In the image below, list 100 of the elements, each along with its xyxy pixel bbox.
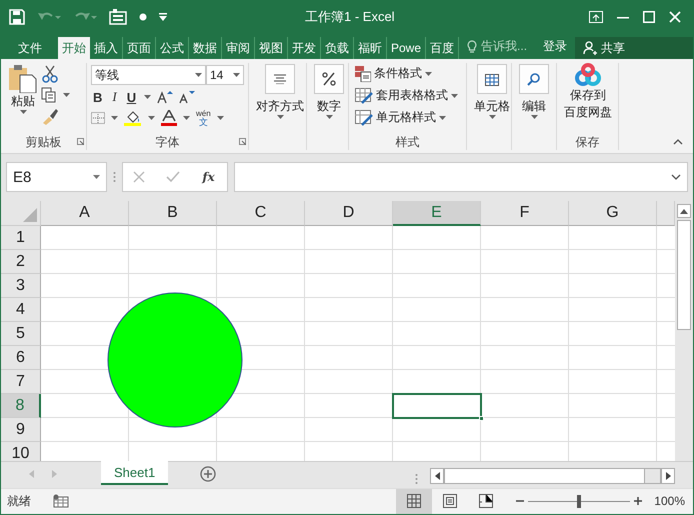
row-header[interactable]: 4 — [1, 298, 41, 322]
selected-cell[interactable] — [392, 393, 482, 420]
scissors-icon[interactable] — [41, 65, 59, 84]
caret-icon — [276, 115, 284, 120]
cell-style-icon — [355, 110, 373, 126]
status-text: 就绪 — [7, 492, 31, 510]
column-header[interactable]: A — [41, 201, 129, 226]
font-size-dropdown[interactable]: 14 — [206, 65, 244, 86]
caret-icon — [216, 116, 224, 120]
percent-icon — [322, 72, 336, 86]
row-header[interactable]: 7 — [1, 370, 41, 394]
scroll-right-button[interactable] — [661, 468, 675, 484]
close-icon[interactable] — [669, 10, 681, 23]
styles-menu-button[interactable]: 单元格样式 — [353, 108, 460, 128]
check-icon[interactable] — [166, 171, 180, 184]
shrink-font-icon[interactable] — [179, 90, 196, 104]
row-header[interactable]: 1 — [1, 226, 41, 250]
copy-icon[interactable] — [41, 87, 57, 104]
group-label: 样式 — [396, 134, 420, 149]
caret-icon — [93, 175, 100, 180]
caret-icon — [680, 208, 688, 214]
row-header[interactable]: 3 — [1, 274, 41, 298]
phonetic-button[interactable]: wén 文 — [196, 109, 211, 128]
insert-function-button[interactable]: fx — [200, 170, 217, 184]
scroll-up-button[interactable] — [677, 204, 691, 218]
grow-font-icon[interactable] — [157, 90, 174, 104]
sign-in-link[interactable]: 登录 — [535, 34, 576, 60]
column-header[interactable]: B — [129, 201, 217, 226]
maximize-icon[interactable] — [643, 10, 655, 23]
scroll-thumb[interactable] — [677, 220, 691, 330]
circle-shape[interactable] — [107, 292, 243, 428]
styles-menu-button[interactable]: 条件格式 — [353, 64, 460, 84]
ribbon-tab[interactable]: 开始 — [58, 36, 90, 60]
column-header[interactable]: E — [393, 201, 481, 226]
bold-button[interactable]: B — [91, 90, 104, 105]
dot-icon[interactable] — [139, 12, 147, 21]
cell-grid[interactable] — [41, 226, 675, 462]
row-header[interactable]: 6 — [1, 346, 41, 370]
page-layout-icon[interactable] — [443, 494, 458, 508]
alignment-button[interactable]: 对齐方式 — [253, 63, 307, 134]
grip-icon — [113, 171, 116, 184]
styles-menu-button[interactable]: 套用表格格式 — [353, 86, 460, 106]
save-to-cloud-button[interactable]: 保存到 百度网盘 — [561, 63, 615, 134]
caret-icon[interactable] — [159, 12, 167, 21]
border-icon[interactable] — [91, 112, 105, 124]
scroll-left-button[interactable] — [430, 468, 444, 484]
column-header[interactable]: F — [481, 201, 569, 226]
form-icon[interactable] — [109, 8, 127, 25]
grip-icon — [415, 473, 418, 486]
brush-icon[interactable] — [41, 107, 59, 126]
page-break-icon[interactable] — [479, 494, 494, 508]
scroll-thumb[interactable] — [445, 469, 645, 484]
share-button[interactable]: 共享 — [575, 36, 693, 60]
normal-view-icon[interactable] — [407, 494, 422, 508]
person-icon — [583, 41, 598, 56]
italic-button[interactable]: I — [110, 89, 119, 106]
zoom-slider-thumb[interactable] — [577, 494, 582, 508]
caret-icon — [63, 93, 70, 98]
caret-icon — [148, 116, 155, 120]
group-label: 剪贴板 — [26, 134, 62, 149]
clipboard-icon — [8, 63, 38, 94]
dialog-launcher-icon[interactable] — [239, 138, 246, 145]
row-header[interactable]: 10 — [1, 442, 41, 462]
cells-button[interactable]: 单元格 — [471, 63, 513, 134]
caret-icon — [666, 472, 670, 480]
row-header[interactable]: 8 — [1, 394, 41, 418]
group-label: 保存 — [576, 134, 600, 149]
underline-button[interactable]: U — [124, 90, 138, 105]
table-style-icon — [355, 88, 373, 104]
zoom-level[interactable]: 100% — [654, 494, 685, 508]
macro-record-icon[interactable] — [53, 494, 69, 508]
ribbon-tab[interactable]: 文件 — [1, 36, 58, 60]
editing-button[interactable]: 编辑 — [516, 63, 552, 134]
caret-icon — [439, 116, 446, 120]
caret-icon — [434, 472, 440, 480]
ribbon-display-icon[interactable] — [589, 10, 603, 23]
row-header[interactable]: 5 — [1, 322, 41, 346]
row-header[interactable]: 2 — [1, 250, 41, 274]
zoom-in-icon[interactable] — [634, 497, 642, 506]
column-header[interactable]: D — [305, 201, 393, 226]
cells-icon — [485, 72, 499, 86]
dialog-launcher-icon[interactable] — [77, 138, 84, 145]
expand-icon[interactable] — [671, 174, 681, 180]
conditional-format-icon — [355, 66, 371, 82]
group-label: 字体 — [156, 134, 180, 149]
search-field[interactable]: 告诉我... — [481, 38, 528, 56]
paste-button[interactable]: 粘贴 — [5, 63, 41, 134]
name-box[interactable]: E8 — [6, 162, 107, 192]
save-icon[interactable] — [9, 8, 25, 25]
number-button[interactable]: 数字 — [311, 63, 347, 134]
collapse-ribbon-icon[interactable] — [673, 138, 683, 145]
fill-color-icon[interactable] — [124, 110, 142, 126]
formula-field[interactable] — [234, 162, 688, 192]
sheet-tab[interactable]: Sheet1 — [101, 461, 168, 486]
column-header[interactable]: G — [569, 201, 657, 226]
font-color-icon[interactable] — [161, 110, 177, 126]
row-header[interactable]: 9 — [1, 418, 41, 442]
add-sheet-icon[interactable] — [200, 466, 216, 482]
column-header[interactable]: C — [217, 201, 305, 226]
font-name-dropdown[interactable]: 等线 — [91, 65, 206, 86]
